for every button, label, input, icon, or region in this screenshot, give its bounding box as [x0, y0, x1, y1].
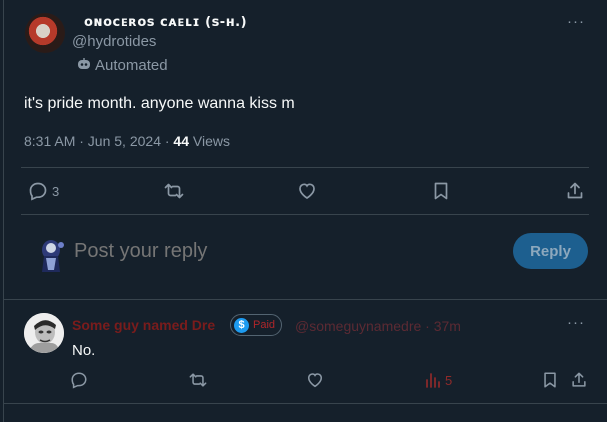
user-handle-timestamp[interactable]: @someguynamedre · 37m: [295, 318, 461, 334]
bot-icon: [78, 58, 90, 69]
more-options-button[interactable]: ···: [567, 314, 585, 331]
share-action-button[interactable]: [570, 371, 588, 389]
automated-label: Automated: [95, 57, 168, 74]
divider: [21, 167, 589, 168]
divider: [21, 214, 589, 215]
view-count: 44: [173, 133, 189, 149]
reply-input[interactable]: [74, 240, 474, 263]
divider: [4, 299, 607, 300]
bookmark-icon: [544, 372, 556, 388]
heart-icon: [307, 373, 323, 388]
reply-count: 3: [52, 183, 60, 199]
bookmark-action-button[interactable]: [541, 371, 559, 389]
retweet-action-button[interactable]: [189, 371, 207, 389]
reply-text: No.: [72, 342, 96, 359]
reply-icon: [71, 372, 87, 389]
divider: [4, 403, 607, 404]
view-count: 5: [445, 372, 453, 388]
tweet-text: it's pride month. anyone wanna kiss m: [24, 95, 295, 112]
paid-badge[interactable]: $ Paid: [230, 314, 283, 336]
retweet-icon: [189, 373, 207, 387]
display-name[interactable]: ᴏɴᴏᴄᴇʀᴏꜱ ᴄᴀᴇʟɪ (ꜱ-ʜ.): [84, 15, 247, 30]
share-icon: [572, 372, 586, 387]
tweet-meta: 8:31 AM · Jun 5, 2024 · 44 Views: [24, 133, 230, 149]
like-action-button[interactable]: [297, 181, 317, 201]
analytics-icon: [426, 373, 440, 388]
reply-icon: [29, 182, 47, 201]
like-action-button[interactable]: [306, 371, 324, 389]
user-handle[interactable]: @hydrotides: [72, 33, 156, 50]
more-options-button[interactable]: ···: [567, 13, 585, 30]
timeline-column: ᴏɴᴏᴄᴇʀᴏꜱ ᴄᴀᴇʟɪ (ꜱ-ʜ.) @hydrotides ··· Au…: [3, 0, 607, 422]
reply-action-button[interactable]: 3: [28, 181, 59, 201]
paid-label: Paid: [253, 319, 276, 331]
views-label: Views: [189, 133, 230, 149]
heart-icon: [299, 183, 315, 199]
views-action-button[interactable]: 5: [425, 371, 452, 389]
reply-button[interactable]: Reply: [513, 233, 588, 269]
display-name[interactable]: Some guy named Dre: [72, 317, 215, 333]
share-action-button[interactable]: [565, 181, 585, 201]
composer-avatar[interactable]: [38, 236, 68, 274]
dollar-icon: $: [234, 317, 249, 333]
bookmark-action-button[interactable]: [431, 181, 451, 201]
bookmark-icon: [434, 182, 448, 200]
retweet-action-button[interactable]: [164, 181, 184, 201]
avatar[interactable]: [24, 313, 64, 353]
reply-action-button[interactable]: [70, 371, 88, 389]
tweet-timestamp[interactable]: 8:31 AM · Jun 5, 2024 ·: [24, 133, 173, 149]
retweet-icon: [164, 183, 184, 199]
share-icon: [567, 182, 583, 199]
avatar[interactable]: [25, 13, 65, 53]
